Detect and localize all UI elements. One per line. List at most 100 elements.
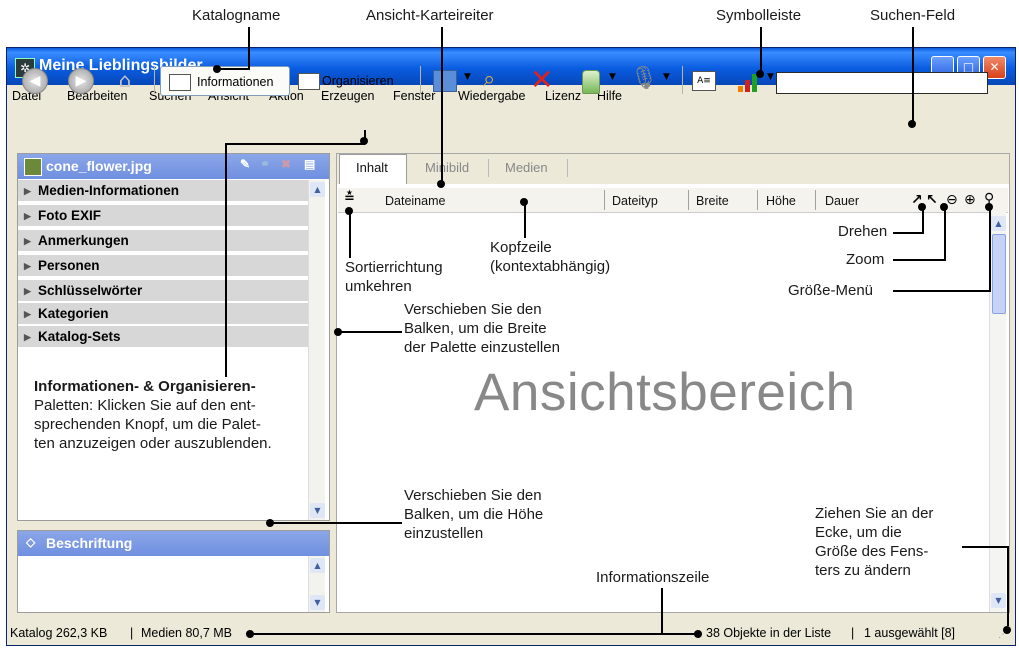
list-view-icon[interactable]: ▤ xyxy=(304,157,315,171)
scroll-up-icon[interactable]: ▲ xyxy=(991,216,1006,231)
scroll-up-icon[interactable]: ▲ xyxy=(310,182,325,197)
tab-medien[interactable]: Medien xyxy=(505,160,548,175)
dropdown-arrow-icon[interactable]: ▼ xyxy=(767,72,774,82)
section-katalog-sets[interactable]: ▶ Katalog-Sets xyxy=(18,326,320,348)
annotation-sortier-line1: Sortierrichtung xyxy=(345,259,443,276)
column-hoehe[interactable]: Höhe xyxy=(766,194,796,208)
annotation-line: der Palette einzustellen xyxy=(404,339,560,356)
zoom-in-icon[interactable]: ⊕ xyxy=(964,192,976,208)
section-label: Kategorien xyxy=(38,306,109,321)
view-area-label: Ansichtsbereich xyxy=(474,363,856,422)
section-foto-exif[interactable]: ▶ Foto EXIF xyxy=(18,205,320,227)
annotation-line: einzustellen xyxy=(404,525,484,542)
annotation-informationszeile: Informationszeile xyxy=(596,569,710,586)
column-dateiname[interactable]: Dateiname xyxy=(385,194,445,208)
annotation-paletten-title: Informationen- & Organisieren- xyxy=(34,378,256,395)
informationen-label: Informationen xyxy=(197,75,274,89)
annotation-ecke: Ziehen Sie an der Ecke, um die Größe des… xyxy=(815,504,933,580)
column-separator xyxy=(604,190,605,210)
column-dauer[interactable]: Dauer xyxy=(825,194,859,208)
scroll-down-icon[interactable]: ▼ xyxy=(310,595,325,610)
annotation-sortierrichtung: Sortierrichtung umkehren xyxy=(345,258,443,296)
panel-icon xyxy=(298,73,320,90)
info-palette-scrollbar[interactable]: ▲ ▼ xyxy=(308,180,325,520)
status-katalog: Katalog 262,3 KB xyxy=(10,626,108,640)
menu-hilfe[interactable]: Hilfe xyxy=(597,89,622,103)
home-icon[interactable]: ⌂ xyxy=(113,68,137,92)
annotation-drehen: Drehen xyxy=(838,223,888,240)
expand-arrow-icon: ▶ xyxy=(24,236,31,246)
annotation-balken-hoehe: Verschieben Sie den Balken, um die Höhe … xyxy=(404,486,543,543)
delete-icon[interactable]: ✕ xyxy=(530,63,553,96)
annotation-kopfzeile-line2: (kontextabhängig) xyxy=(490,258,611,275)
dropdown-arrow-icon[interactable]: ▼ xyxy=(464,72,471,82)
expand-arrow-icon: ▶ xyxy=(24,211,31,221)
annotation-zoom: Zoom xyxy=(846,251,885,268)
caption-title: Beschriftung xyxy=(46,535,133,551)
annotation-symbolleiste: Symbolleiste xyxy=(716,7,802,24)
section-kategorien[interactable]: ▶ Kategorien xyxy=(18,303,320,325)
caption-palette: ◇ Beschriftung ▲ ▼ xyxy=(17,530,330,613)
tab-separator xyxy=(488,159,489,177)
audio-icon[interactable]: 🎙 xyxy=(630,66,658,91)
section-label: Katalog-Sets xyxy=(38,329,121,344)
caption-palette-header: ◇ Beschriftung xyxy=(18,531,329,556)
annotation-balken-breite: Verschieben Sie den Balken, um die Breit… xyxy=(404,300,560,357)
dropdown-arrow-icon[interactable]: ▼ xyxy=(609,72,616,82)
search-input[interactable] xyxy=(776,72,988,94)
find-icon[interactable]: ⌕ xyxy=(483,67,495,92)
info-palette-header: cone_flower.jpg ✎ ⚭ ✖ ▤ xyxy=(18,154,329,179)
tab-minibild[interactable]: Minibild xyxy=(425,160,469,175)
scroll-up-icon[interactable]: ▲ xyxy=(310,558,325,573)
section-label: Personen xyxy=(38,258,100,273)
section-label: Schlüsselwörter xyxy=(38,283,143,298)
forward-icon[interactable]: ▶ xyxy=(68,68,94,94)
annotation-sortier-line2: umkehren xyxy=(345,278,412,295)
column-separator xyxy=(815,190,816,210)
status-divider: | xyxy=(851,626,855,640)
annotation-line: Ziehen Sie an der xyxy=(815,505,934,522)
calendar-icon[interactable] xyxy=(433,70,457,92)
remove-icon[interactable]: ✖ xyxy=(281,157,291,171)
annotation-line: ters zu ändern xyxy=(815,562,911,579)
expand-arrow-icon: ▶ xyxy=(24,309,31,319)
organisieren-label: Organisieren xyxy=(322,74,394,88)
scroll-down-icon[interactable]: ▼ xyxy=(991,593,1006,608)
status-objekte: 38 Objekte in der Liste xyxy=(706,626,832,640)
edit-icon[interactable]: ✎ xyxy=(240,157,250,171)
section-medien-informationen[interactable]: ▶ Medien-Informationen xyxy=(18,180,320,202)
collapse-icon[interactable]: ◇ xyxy=(26,535,35,549)
annotation-kopfzeile-line1: Kopfzeile xyxy=(490,239,552,256)
view-scrollbar[interactable]: ▲ ▼ xyxy=(989,212,1006,612)
annotation-paletten: Informationen- & Organisieren- Paletten:… xyxy=(34,377,272,453)
annotation-line: Balken, um die Höhe xyxy=(404,506,544,523)
annotation-katalogname: Katalogname xyxy=(192,7,281,24)
caption-scrollbar[interactable]: ▲ ▼ xyxy=(308,556,325,612)
sort-direction-icon[interactable]: ≛ xyxy=(344,191,355,206)
link-icon[interactable]: ⚭ xyxy=(260,157,270,171)
organisieren-button[interactable]: Organisieren xyxy=(296,66,411,96)
rotate-left-icon[interactable]: ↖ xyxy=(926,192,938,208)
column-breite[interactable]: Breite xyxy=(696,194,729,208)
expand-arrow-icon: ▶ xyxy=(24,261,31,271)
scroll-down-icon[interactable]: ▼ xyxy=(310,503,325,518)
tag-icon[interactable] xyxy=(582,70,600,94)
scroll-thumb[interactable] xyxy=(992,234,1006,314)
photo-thumbnail-icon xyxy=(24,158,42,176)
column-dateityp[interactable]: Dateityp xyxy=(612,194,658,208)
tab-inhalt-label: Inhalt xyxy=(356,160,388,175)
annotation-suchen-feld: Suchen-Feld xyxy=(870,7,956,24)
text-frame-icon[interactable]: A≡ xyxy=(692,71,716,91)
informationen-button[interactable]: Informationen xyxy=(160,66,290,96)
expand-arrow-icon: ▶ xyxy=(24,186,31,196)
panel-icon xyxy=(169,74,191,91)
back-icon[interactable]: ◀ xyxy=(22,68,48,94)
section-schluesselwoerter[interactable]: ▶ Schlüsselwörter xyxy=(18,280,320,302)
annotation-line: Verschieben Sie den xyxy=(404,487,542,504)
annotation-line: Größe des Fens- xyxy=(815,543,929,560)
annotation-line: Ecke, um die xyxy=(815,524,902,541)
section-personen[interactable]: ▶ Personen xyxy=(18,255,320,277)
annotation-kopfzeile: Kopfzeile (kontextabhängig) xyxy=(490,238,610,276)
dropdown-arrow-icon[interactable]: ▼ xyxy=(663,72,670,82)
section-anmerkungen[interactable]: ▶ Anmerkungen xyxy=(18,230,320,252)
